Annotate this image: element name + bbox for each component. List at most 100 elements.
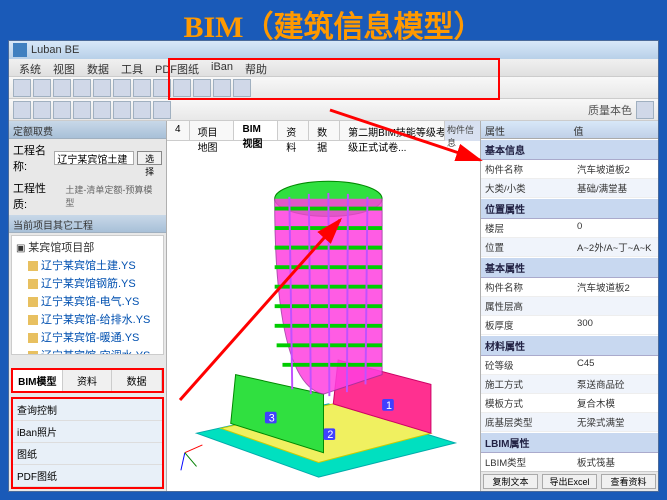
prop-body[interactable]: 基本信息 构件名称汽车坡道板2 大类/小类基础/满堂基 位置属性 楼层0 位置A…: [481, 139, 658, 471]
prop-val: 300: [573, 316, 658, 334]
doctab-4[interactable]: 4: [167, 121, 190, 140]
prop-val: 复合木模: [573, 394, 658, 412]
tb-btn[interactable]: [233, 79, 251, 97]
select-button[interactable]: 选择: [137, 151, 162, 165]
app-icon: [13, 43, 27, 57]
prop-key: 构件名称: [481, 160, 573, 178]
menu-view[interactable]: 视图: [47, 59, 81, 76]
tree-item[interactable]: 辽宁某宾馆钢筋.YS: [14, 274, 161, 292]
copy-text-button[interactable]: 复制文本: [483, 474, 538, 489]
tb-btn[interactable]: [93, 101, 111, 119]
tb-btn[interactable]: [73, 79, 91, 97]
section-drawings[interactable]: 图纸: [13, 443, 162, 465]
document-tabs: 4 项目地图 BIM视图 资料 数据 第二期BIM技能等级考试一级正式试卷...: [167, 121, 480, 141]
prop-val: C45: [573, 356, 658, 374]
tab-bim-model[interactable]: BIM模型: [13, 370, 63, 391]
file-icon: [28, 351, 38, 355]
svg-text:3: 3: [269, 412, 275, 424]
prop-val: A~2外/A~丁~A~K: [573, 238, 658, 256]
file-icon: [28, 297, 38, 307]
tb-btn[interactable]: [153, 79, 171, 97]
building-svg: 3 2 1: [177, 149, 470, 483]
tb-btn[interactable]: [193, 79, 211, 97]
tb-btn[interactable]: [173, 79, 191, 97]
tb-btn[interactable]: [213, 79, 231, 97]
view-materials-button[interactable]: 查看资料: [601, 474, 656, 489]
toolbar-primary: [9, 77, 658, 99]
tb-btn[interactable]: [13, 79, 31, 97]
tb-btn[interactable]: [636, 101, 654, 119]
tb-btn[interactable]: [33, 101, 51, 119]
prop-key: 大类/小类: [481, 179, 573, 197]
row-project-name: 工程名称: 选择: [9, 139, 166, 177]
export-excel-button[interactable]: 导出Excel: [542, 474, 597, 489]
tab-data[interactable]: 数据: [112, 370, 162, 391]
prop-key: 楼层: [481, 219, 573, 237]
tb-btn[interactable]: [13, 101, 31, 119]
menubar: 系统 视图 数据 工具 PDF图纸 iBan 帮助: [9, 59, 658, 77]
tree-item[interactable]: 辽宁某宾馆土建.YS: [14, 256, 161, 274]
section-query[interactable]: 查询控制: [13, 399, 162, 421]
window-title: Luban BE: [31, 44, 79, 56]
tb-btn[interactable]: [73, 101, 91, 119]
panel-header: 定额取费: [9, 121, 166, 139]
tb-btn[interactable]: [113, 79, 131, 97]
prop-key: 砼等级: [481, 356, 573, 374]
tab-materials[interactable]: 资料: [63, 370, 113, 391]
row-project-type: 工程性质: 土建-清单定额-预算模型: [9, 177, 166, 215]
prop-key: 施工方式: [481, 375, 573, 393]
prop-val: 基础/满堂基: [573, 179, 658, 197]
tree-item[interactable]: 辽宁某宾馆-给排水.YS: [14, 310, 161, 328]
doctab-materials[interactable]: 资料: [278, 121, 309, 140]
prop-footer: 复制文本 导出Excel 查看资料: [481, 471, 658, 491]
menu-data[interactable]: 数据: [81, 59, 115, 76]
tb-btn[interactable]: [113, 101, 131, 119]
project-name-input[interactable]: [54, 151, 134, 165]
menu-help[interactable]: 帮助: [239, 59, 273, 76]
menu-pdf[interactable]: PDF图纸: [149, 59, 205, 76]
tb-btn[interactable]: [133, 79, 151, 97]
prop-key: 位置: [481, 238, 573, 256]
tb-btn[interactable]: [53, 79, 71, 97]
toolbar-right-label: 质量本色: [588, 101, 654, 119]
properties-panel: 属性 值 基本信息 构件名称汽车坡道板2 大类/小类基础/满堂基 位置属性 楼层…: [480, 121, 658, 491]
menu-system[interactable]: 系统: [13, 59, 47, 76]
prop-key: 板厚度: [481, 316, 573, 334]
prop-header: 属性 值: [481, 121, 658, 139]
tb-btn[interactable]: [53, 101, 71, 119]
tree-item[interactable]: 辽宁某宾馆-空调水.YS: [14, 346, 161, 355]
menu-tools[interactable]: 工具: [115, 59, 149, 76]
prop-key: 属性层高: [481, 297, 573, 315]
doctab-map[interactable]: 项目地图: [190, 121, 235, 140]
prop-key: LBIM类型: [481, 453, 573, 471]
prop-header-value: 值: [570, 121, 659, 138]
tb-btn[interactable]: [33, 79, 51, 97]
prop-key: 模板方式: [481, 394, 573, 412]
prop-val: 汽车坡道板2: [573, 160, 658, 178]
prop-val: 0: [573, 219, 658, 237]
tb-btn[interactable]: [93, 79, 111, 97]
prop-key: 底基层类型: [481, 413, 573, 431]
project-tree[interactable]: ▣ 某宾馆项目部 辽宁某宾馆土建.YS 辽宁某宾馆钢筋.YS 辽宁某宾馆-电气.…: [11, 235, 164, 355]
tree-root[interactable]: ▣ 某宾馆项目部: [14, 238, 161, 256]
svg-text:2: 2: [327, 429, 333, 441]
prop-val: 汽车坡道板2: [573, 278, 658, 296]
component-info-label: 构件信息: [444, 121, 480, 141]
file-icon: [28, 315, 38, 325]
tree-item[interactable]: 辽宁某宾馆-暖通.YS: [14, 328, 161, 346]
file-icon: [28, 279, 38, 289]
menu-iban[interactable]: iBan: [205, 59, 239, 76]
bim-3d-model[interactable]: 3 2 1: [177, 149, 470, 483]
titlebar: Luban BE: [9, 41, 658, 59]
prop-section: 基本信息: [481, 139, 658, 160]
doctab-data[interactable]: 数据: [309, 121, 340, 140]
section-iban-photo[interactable]: iBan照片: [13, 421, 162, 443]
section-pdf[interactable]: PDF图纸: [13, 465, 162, 487]
viewport[interactable]: 4 项目地图 BIM视图 资料 数据 第二期BIM技能等级考试一级正式试卷...…: [167, 121, 480, 491]
tb-btn[interactable]: [153, 101, 171, 119]
doctab-bim-view[interactable]: BIM视图: [234, 121, 278, 140]
tree-item[interactable]: 辽宁某宾馆-电气.YS: [14, 292, 161, 310]
section-list: 查询控制 iBan照片 图纸 PDF图纸: [11, 397, 164, 489]
tb-btn[interactable]: [133, 101, 151, 119]
prop-val: 泵送商品砼: [573, 375, 658, 393]
